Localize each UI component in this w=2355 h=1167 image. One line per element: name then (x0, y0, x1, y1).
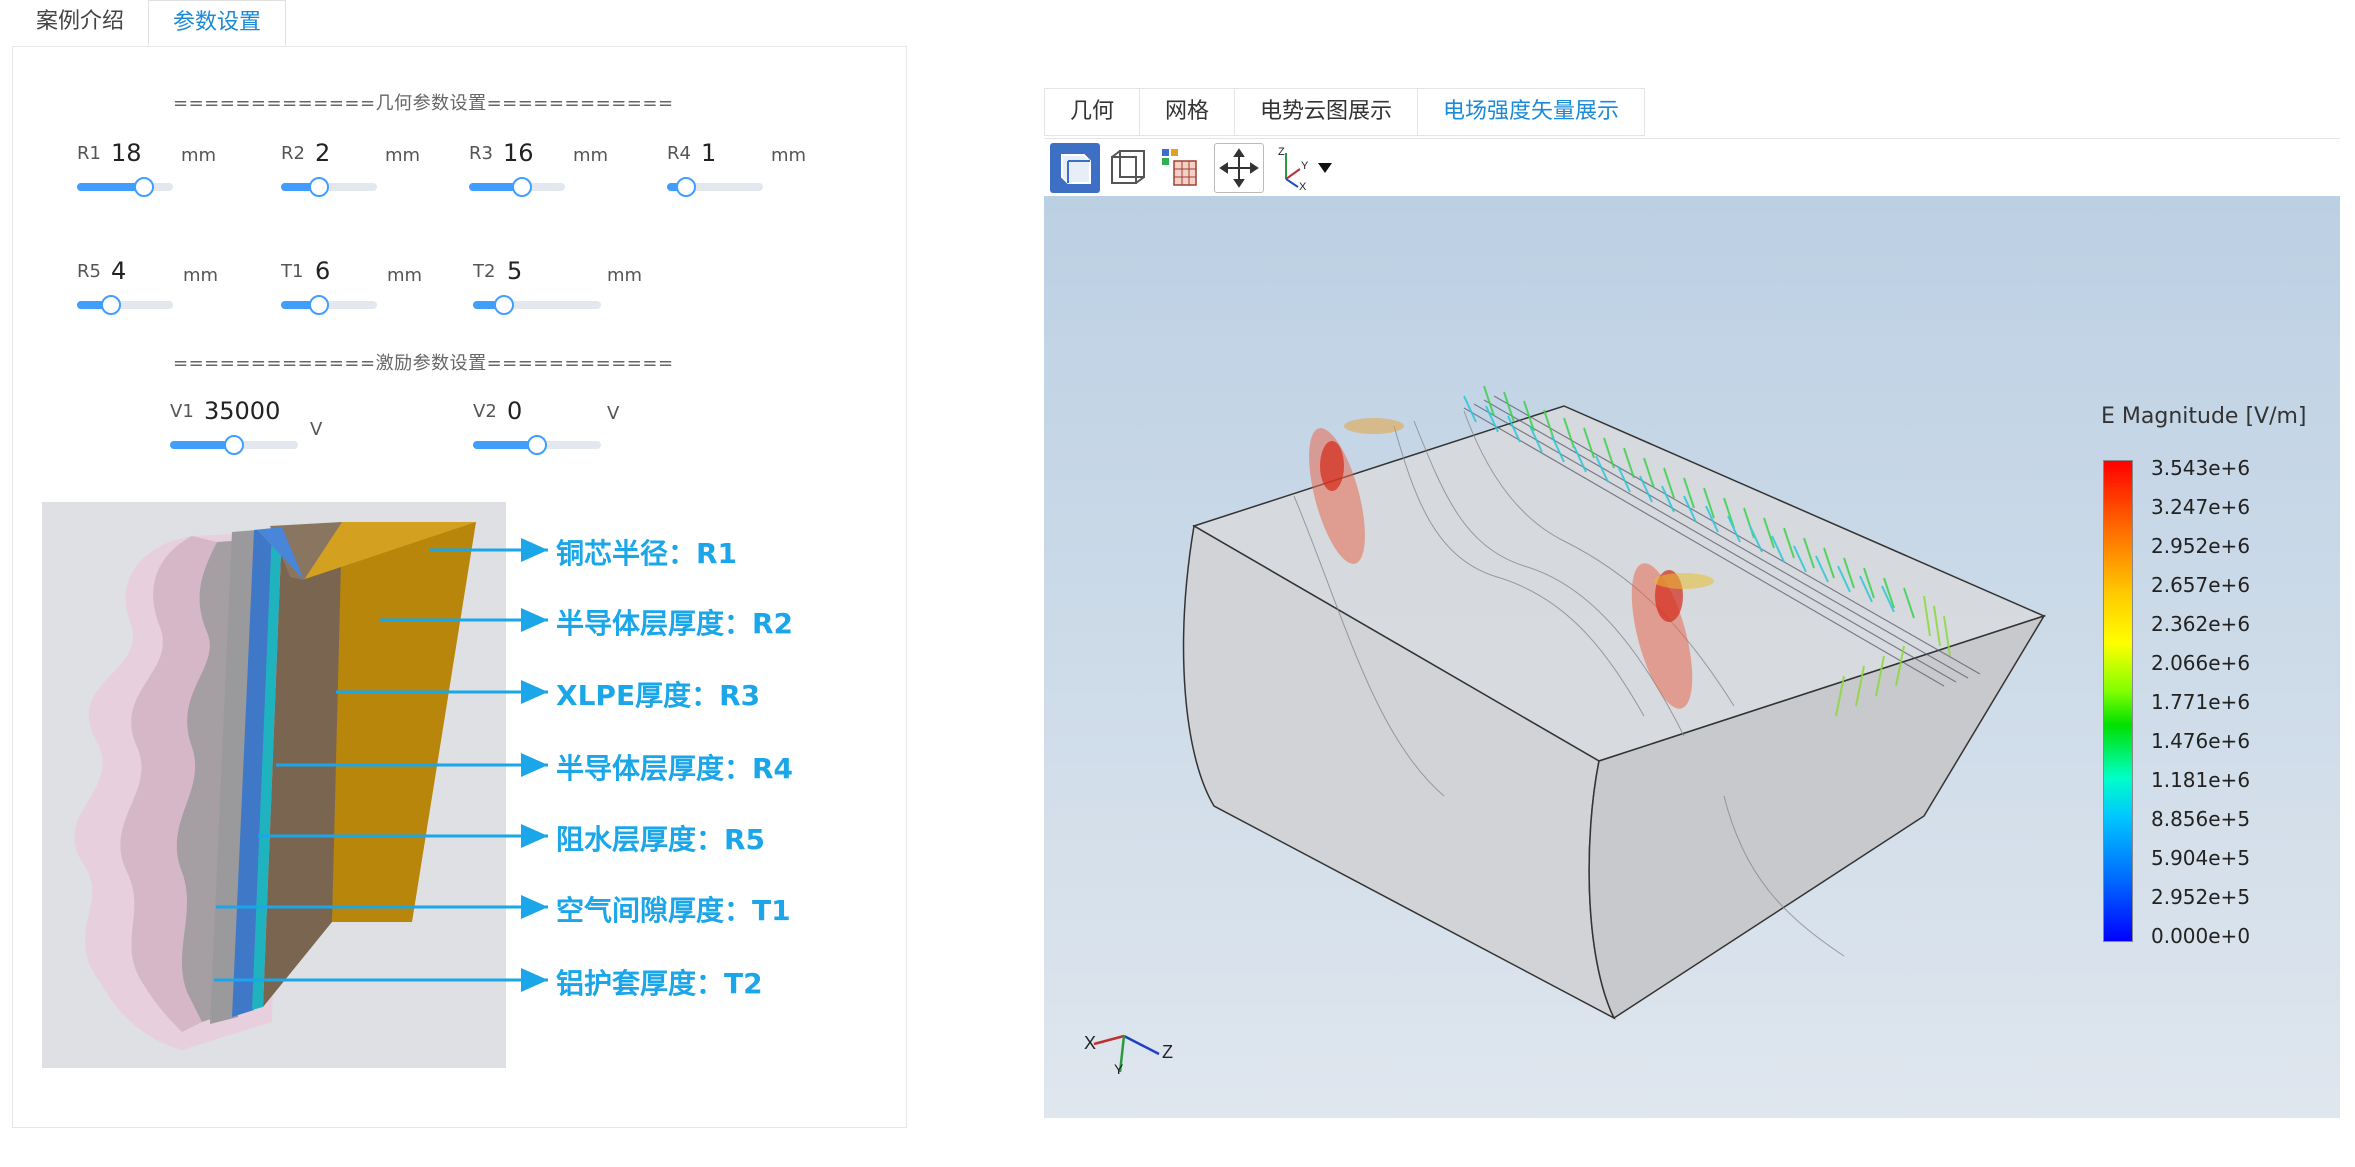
legend-tick: 2.362e+6 (2151, 612, 2251, 636)
legend-tick: 3.247e+6 (2151, 495, 2251, 519)
axis-orientation-icon[interactable]: Z Y X (1272, 143, 1342, 193)
viewer-toolbar: Z Y X (1044, 138, 2340, 197)
triad-x-label: X (1084, 1033, 1096, 1053)
legend-tick: 2.066e+6 (2151, 651, 2251, 675)
legend-tick: 0.000e+0 (2151, 924, 2251, 948)
wireframe-view-icon[interactable] (1102, 143, 1152, 193)
chevron-down-icon (1318, 163, 1332, 173)
fit-view-icon[interactable] (1214, 143, 1264, 193)
colormap-view-icon[interactable] (1154, 143, 1204, 193)
toolbar-triad-x: X (1299, 181, 1307, 193)
3d-viewport[interactable]: X Z Y E Magnitude [V/m] 3.543e+6 3.247e+… (1044, 196, 2340, 1118)
legend-tick: 1.771e+6 (2151, 690, 2251, 714)
tab-field-vector[interactable]: 电场强度矢量展示 (1418, 89, 1644, 135)
legend-tick: 8.856e+5 (2151, 807, 2251, 831)
triad-z-label: Z (1162, 1042, 1173, 1062)
diagram-leader-lines (214, 538, 548, 992)
legend-tick: 3.543e+6 (2151, 456, 2251, 480)
annotation-r3: XLPE厚度：R3 (556, 679, 761, 712)
annotation-r1: 铜芯半径：R1 (556, 537, 738, 570)
triad-y-label: Y (1114, 1061, 1124, 1077)
legend-tick: 2.952e+6 (2151, 534, 2251, 558)
legend-tick: 2.952e+5 (2151, 885, 2251, 909)
legend-tick: 1.476e+6 (2151, 729, 2251, 753)
annotation-r5: 阻水层厚度：R5 (556, 823, 766, 856)
legend-title: E Magnitude [V/m] (2101, 404, 2307, 429)
tab-geometry[interactable]: 几何 (1045, 89, 1141, 135)
solid-view-icon[interactable] (1050, 143, 1100, 193)
annotation-r2: 半导体层厚度：R2 (556, 607, 794, 640)
legend-tick: 2.657e+6 (2151, 573, 2251, 597)
axis-triad-icon: X Z Y (1084, 1033, 1173, 1077)
legend-tick: 1.181e+6 (2151, 768, 2251, 792)
tab-potential-contour[interactable]: 电势云图展示 (1235, 89, 1419, 135)
right-tab-bar: 几何 网格 电势云图展示 电场强度矢量展示 (1044, 88, 1646, 136)
legend-tick: 5.904e+5 (2151, 846, 2251, 870)
annotation-t2: 铝护套厚度：T2 (556, 967, 763, 1000)
field-vector-render: X Z Y (1084, 385, 2047, 1077)
tab-mesh[interactable]: 网格 (1140, 89, 1236, 135)
toolbar-triad-z: Z (1278, 146, 1285, 158)
toolbar-triad-y: Y (1301, 160, 1309, 172)
annotation-r4: 半导体层厚度：R4 (556, 752, 794, 785)
color-legend-bar (2103, 460, 2133, 942)
annotation-t1: 空气间隙厚度：T1 (556, 894, 791, 927)
